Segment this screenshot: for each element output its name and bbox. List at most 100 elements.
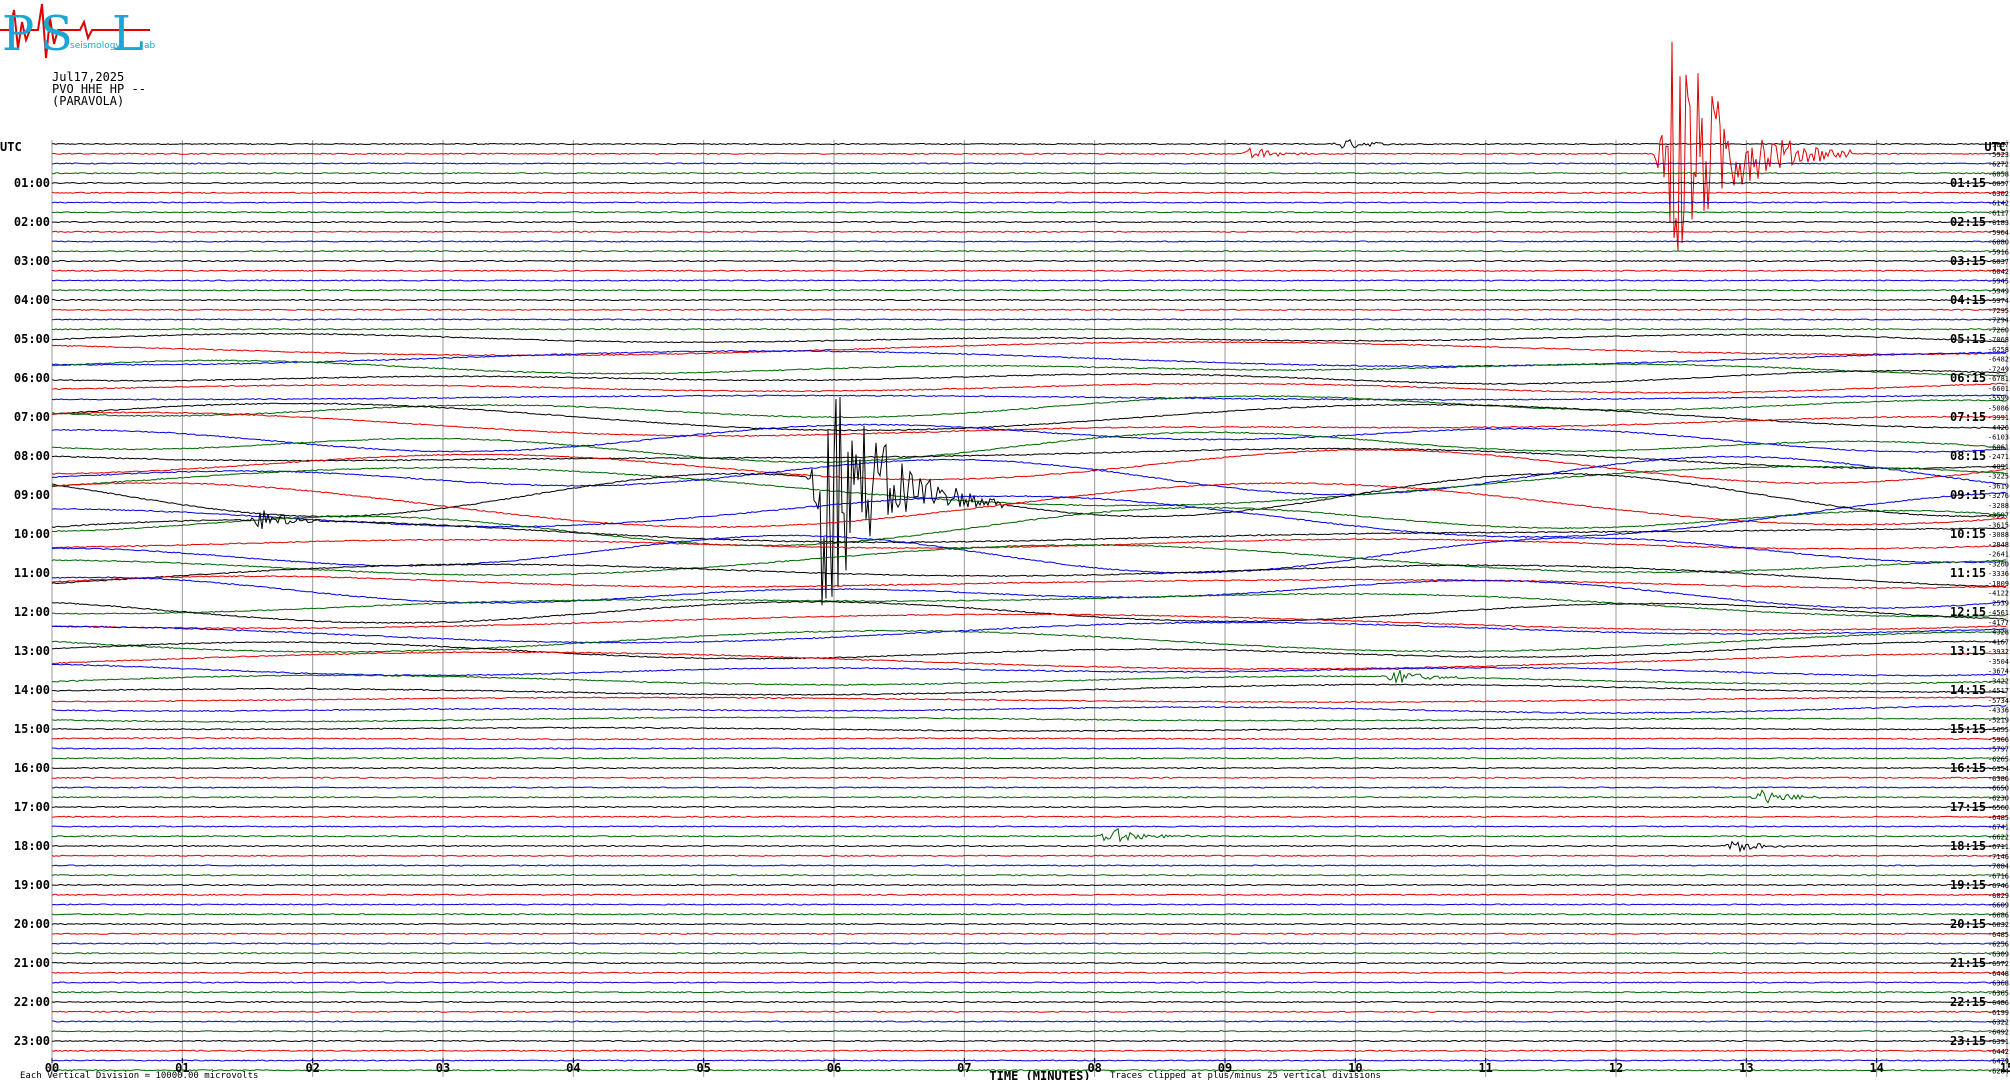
trace-offset-label: -6622	[1988, 833, 2009, 841]
seismic-trace	[51, 240, 2007, 243]
trace-offset-label: -5964	[1988, 229, 2009, 237]
seismic-trace	[51, 402, 2007, 432]
left-hour-label: 17:00	[14, 800, 50, 814]
trace-offset-label: -6365	[1988, 989, 2009, 997]
seismic-trace	[51, 230, 2007, 233]
trace-offset-label: -6486	[1988, 999, 2009, 1007]
seismic-trace	[51, 201, 2007, 204]
seismic-trace	[52, 883, 2007, 887]
seismic-trace	[51, 250, 2006, 253]
x-tick-label: 06	[827, 1061, 841, 1075]
right-hour-label: 14:15	[1950, 683, 1986, 697]
x-tick-label: 03	[436, 1061, 450, 1075]
right-hour-label: 22:15	[1950, 995, 1986, 1009]
trace-offset-label: -6183	[1988, 219, 2009, 227]
right-hour-label: 07:15	[1950, 410, 1986, 424]
seismic-trace	[51, 864, 2006, 867]
left-hour-label: 13:00	[14, 644, 50, 658]
seismic-trace	[51, 991, 2007, 994]
trace-offset-label: -6711	[1988, 843, 2009, 851]
trace-offset-label: -5797	[1988, 746, 2009, 754]
left-hour-label: 11:00	[14, 566, 50, 580]
trace-offset-label: -3260	[1988, 560, 2009, 568]
trace-offset-label: -7084	[1988, 863, 2009, 871]
seismic-trace	[51, 259, 2006, 263]
right-hour-label: 17:15	[1950, 800, 1986, 814]
left-hour-label: 16:00	[14, 761, 50, 775]
trace-offset-label: -5916	[1988, 248, 2009, 256]
x-tick-label: 07	[957, 1061, 971, 1075]
seismic-trace	[51, 952, 2007, 955]
left-hour-label: 08:00	[14, 449, 50, 463]
seismic-trace	[52, 840, 2007, 853]
seismic-trace	[51, 600, 2007, 624]
trace-offset-label: -3336	[1988, 570, 2009, 578]
seismic-trace	[51, 576, 2007, 609]
seismic-trace	[51, 971, 2006, 974]
left-hour-label: 02:00	[14, 215, 50, 229]
trace-offset-label: -6322	[1988, 1019, 2009, 1027]
x-tick-label: 15	[2000, 1061, 2010, 1075]
right-hour-label: 13:15	[1950, 644, 1986, 658]
seismic-trace	[51, 828, 2007, 843]
trace-offset-label: -6042	[1988, 268, 2009, 276]
trace-offset-label: -6485	[1988, 814, 2009, 822]
trace-offset-label: -6199	[1988, 1009, 2009, 1017]
right-hour-label: 08:15	[1950, 449, 1986, 463]
trace-offset-label: -4561	[1988, 609, 2009, 617]
x-tick-label: 12	[1609, 1061, 1623, 1075]
trace-offset-label: -3504	[1988, 658, 2009, 666]
right-hour-label: 21:15	[1950, 956, 1986, 970]
left-hour-label: 05:00	[14, 332, 50, 346]
seismic-trace	[51, 211, 2007, 214]
left-hour-label: 04:00	[14, 293, 50, 307]
seismic-trace	[51, 1000, 2006, 1004]
seismic-trace	[51, 854, 2007, 857]
seismic-trace	[51, 893, 2007, 896]
x-tick-label: 02	[305, 1061, 319, 1075]
trace-offset-label: -6746	[1988, 882, 2009, 890]
seismic-trace	[51, 1030, 2007, 1033]
seismic-trace	[51, 172, 2007, 175]
right-hour-label: 02:15	[1950, 215, 1986, 229]
trace-offset-label: -6391	[1988, 1038, 2009, 1046]
trace-offset-label: -3619	[1988, 482, 2009, 490]
trace-offset-label: -6560	[1988, 804, 2009, 812]
x-tick-label: 05	[696, 1061, 710, 1075]
left-hour-label: 03:00	[14, 254, 50, 268]
left-hour-label: 19:00	[14, 878, 50, 892]
seismic-trace	[52, 220, 2007, 224]
trace-offset-label: -7068	[1988, 336, 2009, 344]
left-hour-label: 06:00	[14, 371, 50, 385]
seismic-trace	[52, 139, 2007, 149]
trace-offset-label: -2641	[1988, 551, 2009, 559]
trace-offset-label: -6448	[1988, 970, 2009, 978]
trace-offset-label: -4091	[1988, 463, 2009, 471]
seismic-trace	[51, 981, 2006, 984]
trace-offset-label: -7294	[1988, 317, 2009, 325]
seismic-trace	[51, 776, 2007, 779]
trace-offset-label: -6272	[1988, 161, 2009, 169]
seismic-trace	[51, 396, 2007, 606]
right-hour-label: 01:15	[1950, 176, 1986, 190]
seismic-trace	[51, 289, 2007, 292]
seismic-trace	[51, 669, 2007, 686]
trace-offset-label: -6609	[1988, 902, 2009, 910]
right-hour-label: 23:15	[1950, 1034, 1986, 1048]
left-hour-label: 12:00	[14, 605, 50, 619]
left-hour-label: 09:00	[14, 488, 50, 502]
seismic-trace	[51, 961, 2007, 965]
seismic-trace	[51, 932, 2007, 935]
trace-offset-label: -3288	[1988, 502, 2009, 510]
trace-offset-label: -3674	[1988, 668, 2009, 676]
trace-offset-label: -6117	[1988, 209, 2009, 217]
trace-offset-label: -5655	[1988, 726, 2009, 734]
left-hour-label: 14:00	[14, 683, 50, 697]
seismic-trace	[51, 747, 2007, 750]
trace-offset-label: -6256	[1988, 941, 2009, 949]
seismic-trace	[51, 716, 2007, 723]
left-axis-unit: UTC	[0, 140, 22, 154]
left-hour-label: 20:00	[14, 917, 50, 931]
trace-offset-label: -5734	[1988, 697, 2009, 705]
trace-offset-label: -5219	[1988, 716, 2009, 724]
